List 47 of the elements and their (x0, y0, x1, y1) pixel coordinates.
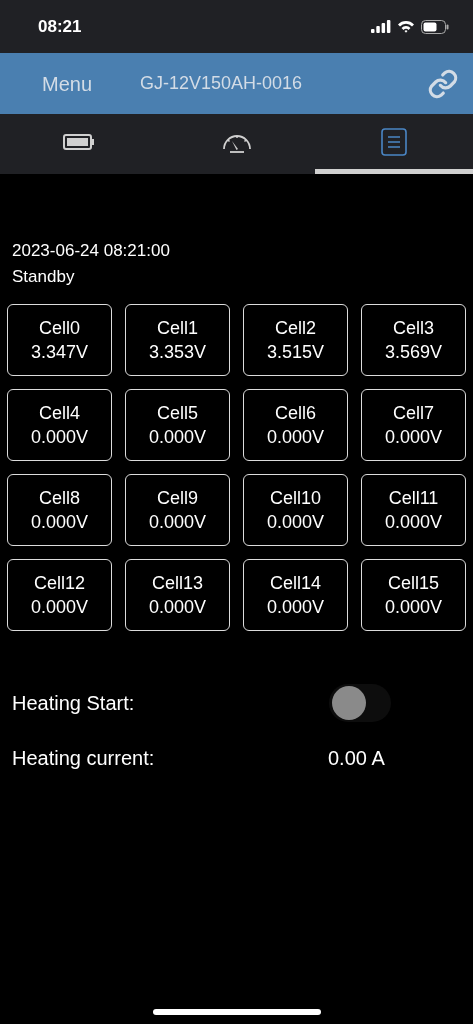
cell-voltage: 0.000V (30, 511, 89, 534)
cell-name: Cell10 (270, 487, 321, 510)
signal-icon (371, 20, 391, 33)
cell-name: Cell4 (39, 402, 80, 425)
heating-current-label: Heating current: (12, 746, 156, 771)
status-text: Standby (12, 266, 76, 288)
cell-name: Cell9 (157, 487, 198, 510)
cell-name: Cell0 (39, 317, 80, 340)
cell-name: Cell1 (157, 317, 198, 340)
heating-start-label: Heating Start: (12, 691, 136, 716)
cell-name: Cell8 (39, 487, 80, 510)
heating-toggle[interactable] (329, 684, 391, 722)
battery-status-icon (421, 19, 449, 34)
cell-name: Cell6 (275, 402, 316, 425)
cell-name: Cell14 (270, 572, 321, 595)
clock: 08:21 (38, 15, 82, 38)
cell-voltage: 3.515V (266, 341, 325, 364)
wifi-icon (397, 20, 415, 33)
cell-voltage: 0.000V (266, 511, 325, 534)
cell-name: Cell15 (388, 572, 439, 595)
cell-voltage: 3.353V (148, 341, 207, 364)
cell-name: Cell3 (393, 317, 434, 340)
cell-name: Cell11 (388, 487, 439, 510)
heating-current-value: 0.00 A (328, 746, 385, 771)
timestamp: 2023-06-24 08:21:00 (12, 240, 171, 262)
cell-voltage: 0.000V (384, 596, 443, 619)
cell-name: Cell2 (275, 317, 316, 340)
cell-voltage: 0.000V (148, 511, 207, 534)
battery-icon (62, 132, 95, 151)
cell-voltage: 0.000V (30, 596, 89, 619)
cell-voltage: 0.000V (148, 596, 207, 619)
cell-name: Cell13 (152, 572, 203, 595)
cell-voltage: 0.000V (148, 426, 207, 449)
cell-voltage: 3.569V (384, 341, 443, 364)
cell-voltage: 0.000V (266, 596, 325, 619)
cell-name: Cell7 (393, 402, 434, 425)
cell-voltage: 0.000V (384, 511, 443, 534)
cell-voltage: 0.000V (30, 426, 89, 449)
menu-button[interactable]: Menu (42, 68, 93, 99)
device-title: GJ-12V150AH-0016 (140, 72, 304, 95)
cell-name: Cell12 (34, 572, 85, 595)
cell-voltage: 3.347V (30, 341, 89, 364)
cell-name: Cell5 (157, 402, 198, 425)
link-icon[interactable] (427, 67, 459, 100)
cell-voltage: 0.000V (266, 426, 325, 449)
list-icon (381, 127, 408, 156)
cell-voltage: 0.000V (384, 426, 443, 449)
